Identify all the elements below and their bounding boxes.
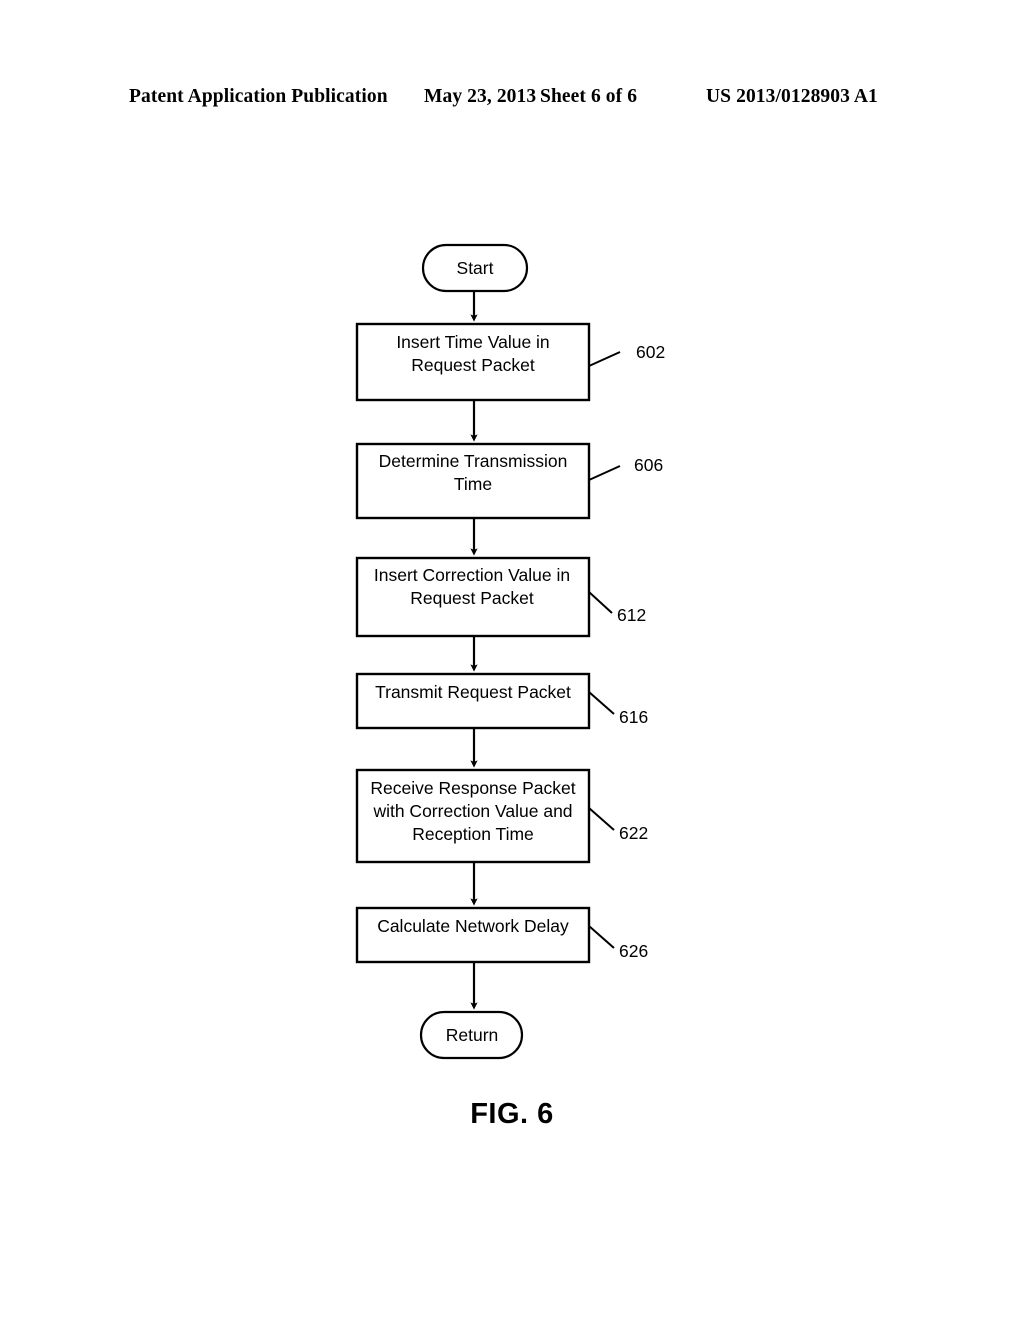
leader-line-606 [588, 465, 621, 481]
flow-node-return: Return [419, 1010, 524, 1060]
process-box-626-line-1: Calculate Network Delay [377, 916, 569, 936]
flow-node-start: Start [421, 243, 529, 293]
reference-numeral-606: 606 [634, 455, 663, 475]
flow-node-612: Insert Correction Value in Request Packe… [355, 556, 646, 638]
leader-line-602 [588, 351, 621, 367]
reference-numeral-626: 626 [619, 941, 648, 961]
figure-caption: FIG. 6 [470, 1098, 554, 1130]
leader-line-616 [588, 691, 615, 715]
leader-line-626 [588, 925, 615, 949]
process-box-602-line-2: Request Packet [411, 355, 535, 375]
return-terminator-label: Return [446, 1025, 499, 1045]
start-terminator-label: Start [457, 258, 494, 278]
flowchart-figure: Start Insert Time Value in Request Packe… [0, 0, 1024, 1320]
flow-node-622: Receive Response Packet with Correction … [355, 768, 648, 864]
process-box-612-line-1: Insert Correction Value in [374, 565, 570, 585]
flow-node-616: Transmit Request Packet 616 [355, 672, 648, 730]
process-box-606-line-2: Time [454, 474, 492, 494]
process-box-616-line-1: Transmit Request Packet [375, 682, 571, 702]
process-box-612-line-2: Request Packet [410, 588, 534, 608]
reference-numeral-622: 622 [619, 823, 648, 843]
leader-line-622 [588, 807, 615, 831]
process-box-606-line-1: Determine Transmission [379, 451, 568, 471]
reference-numeral-602: 602 [636, 342, 665, 362]
flow-node-626: Calculate Network Delay 626 [355, 906, 648, 964]
reference-numeral-616: 616 [619, 707, 648, 727]
reference-numeral-612: 612 [617, 605, 646, 625]
leader-line-612 [588, 591, 613, 614]
process-box-602-line-1: Insert Time Value in [396, 332, 549, 352]
flow-node-606: Determine Transmission Time 606 [355, 442, 663, 520]
process-box-622-line-1: Receive Response Packet [370, 778, 575, 798]
process-box-622-line-3: Reception Time [412, 824, 534, 844]
flow-node-602: Insert Time Value in Request Packet 602 [355, 322, 665, 402]
process-box-622-line-2: with Correction Value and [372, 801, 572, 821]
